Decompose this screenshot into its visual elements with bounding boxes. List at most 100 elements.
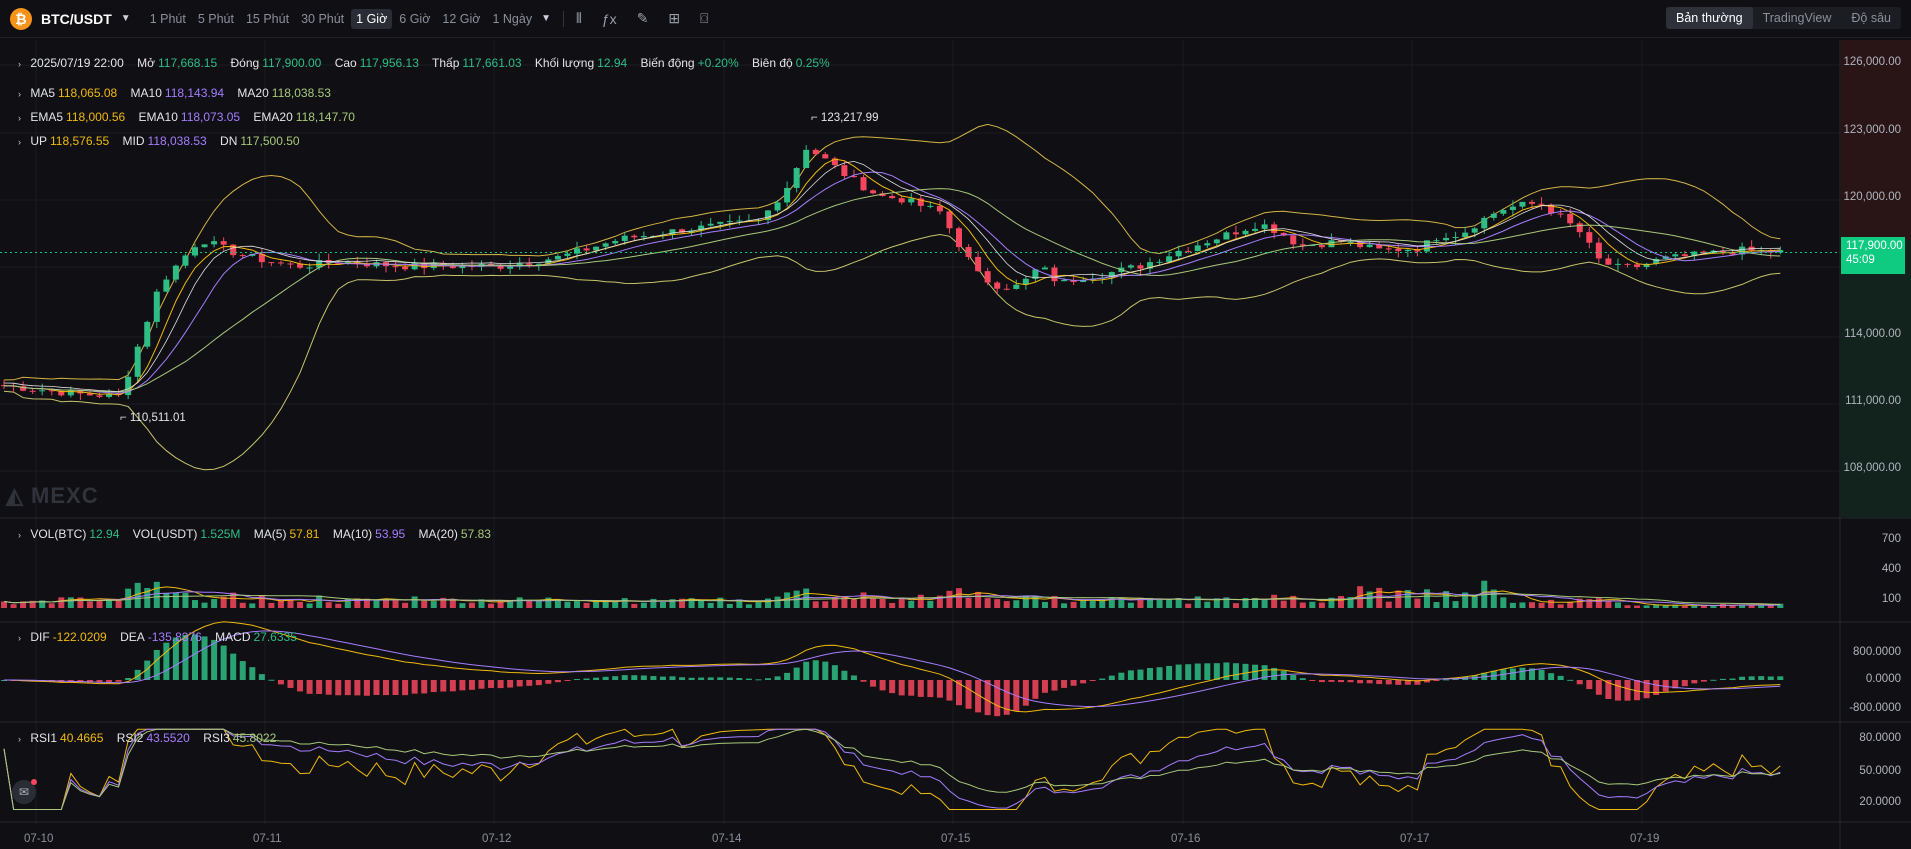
volume-bar — [898, 597, 905, 608]
macd-histogram-bar — [1567, 679, 1574, 681]
candle-body — [220, 241, 227, 245]
volume-bar — [1538, 602, 1545, 608]
volume-bar — [1280, 600, 1287, 608]
chevron-right-icon[interactable]: › — [18, 59, 21, 69]
macd-histogram-bar — [306, 680, 313, 694]
volume-bar — [268, 602, 275, 608]
candle-body — [1500, 210, 1507, 214]
macd-histogram-bar — [917, 680, 924, 697]
volume-bar — [1634, 605, 1641, 608]
macd-histogram-bar — [478, 680, 485, 689]
volume-bar — [612, 601, 619, 608]
candle-body — [449, 266, 456, 269]
candle-body — [1634, 264, 1641, 268]
volume-bar — [984, 598, 991, 608]
volume-bar — [335, 603, 342, 608]
macd-histogram-bar — [277, 680, 284, 685]
candle-body — [1328, 240, 1335, 248]
macd-histogram-bar — [297, 680, 304, 692]
candle-body — [812, 149, 819, 155]
macd-histogram-bar — [249, 667, 256, 680]
volume-bar — [1013, 600, 1020, 608]
volume-bar — [1032, 595, 1039, 608]
volume-label: Khối lượng — [534, 56, 595, 70]
volume-bar — [211, 599, 218, 608]
macd-histogram-bar — [745, 678, 752, 680]
volume-bar — [67, 597, 74, 608]
volume-bar — [526, 600, 533, 608]
candle-body — [402, 266, 409, 270]
price-chart[interactable] — [0, 0, 1911, 849]
chevron-right-icon[interactable]: › — [18, 530, 21, 540]
date-tick: 07-15 — [941, 833, 971, 845]
candle-body — [631, 235, 638, 238]
macd-histogram-bar — [717, 677, 724, 680]
volume-bar — [134, 582, 141, 608]
macd-histogram-bar — [1557, 675, 1564, 680]
macd-histogram-bar — [1309, 680, 1316, 681]
date-tick: 07-11 — [253, 833, 282, 845]
chevron-right-icon[interactable]: › — [18, 137, 21, 147]
candle-body — [707, 223, 714, 226]
volume-bar — [516, 597, 523, 608]
candle-body — [640, 235, 647, 238]
macd-histogram-bar — [1147, 668, 1153, 680]
chat-icon[interactable]: ✉ — [12, 779, 37, 804]
candle-body — [1481, 217, 1488, 229]
candle-body — [29, 390, 36, 392]
macd-histogram-bar — [726, 677, 733, 680]
ema5-value: 118,000.56 — [66, 110, 126, 124]
macd-histogram-bar — [1299, 678, 1306, 680]
volume-bar — [1720, 603, 1726, 608]
ma5-value: 118,065.08 — [58, 86, 118, 100]
volume-bar — [1385, 601, 1392, 608]
chevron-right-icon[interactable]: › — [18, 633, 21, 643]
macd-histogram-bar — [707, 677, 714, 680]
candle-body — [1051, 267, 1058, 282]
macd-histogram-bar — [335, 680, 342, 696]
candle-body — [984, 271, 991, 283]
candle-body — [172, 265, 179, 280]
candle-body — [1605, 258, 1612, 265]
macd-histogram-bar — [1061, 680, 1068, 688]
volume-bar — [430, 601, 437, 608]
high-price-marker: ⌐ 123,217.99 — [811, 112, 879, 124]
volume-bar — [1557, 604, 1564, 608]
macd-histogram-bar — [1681, 680, 1688, 687]
volume-bar — [1395, 590, 1402, 608]
volume-bar — [1509, 602, 1516, 608]
macd-histogram-bar — [593, 677, 600, 680]
volume-bar — [1529, 602, 1535, 608]
ma10-value: 118,143.94 — [164, 86, 225, 100]
candle-body — [1567, 213, 1574, 224]
volume-bar — [459, 603, 466, 608]
volume-bar — [297, 601, 304, 608]
macd-histogram-bar — [1213, 663, 1220, 680]
volume-tick: 100 — [1881, 593, 1901, 605]
volume-bar — [946, 590, 953, 608]
macd-histogram-bar — [344, 680, 351, 696]
volume-bar — [163, 593, 170, 608]
candle-body — [1538, 203, 1545, 205]
candle-body — [1261, 224, 1268, 229]
volume-bar — [659, 601, 666, 608]
chevron-right-icon[interactable]: › — [18, 734, 21, 744]
macd-histogram-bar — [106, 680, 113, 683]
macd-legend: › DIF -122.0209 DEA -135.8376 MACD 27.6335 — [18, 630, 307, 644]
candle-body — [1452, 237, 1459, 239]
candle-body — [1366, 244, 1373, 248]
macd-histogram-bar — [421, 680, 428, 694]
ohlc-legend: › 2025/07/19 22:00 Mở 117,668.15 Đóng 117,… — [18, 56, 840, 70]
volume-bar — [1318, 602, 1325, 608]
chevron-right-icon[interactable]: › — [18, 89, 21, 99]
candle-body — [975, 256, 982, 272]
macd-histogram-bar — [220, 645, 227, 680]
chevron-right-icon[interactable]: › — [18, 113, 21, 123]
macd-histogram-bar — [354, 680, 361, 696]
vol-ma20-label: MA(20) — [418, 527, 458, 541]
candle-body — [1223, 232, 1230, 240]
macd-histogram-bar — [507, 680, 514, 688]
candle-body — [1290, 235, 1297, 245]
macd-histogram-bar — [1070, 680, 1077, 686]
macd-histogram-bar — [860, 680, 867, 682]
